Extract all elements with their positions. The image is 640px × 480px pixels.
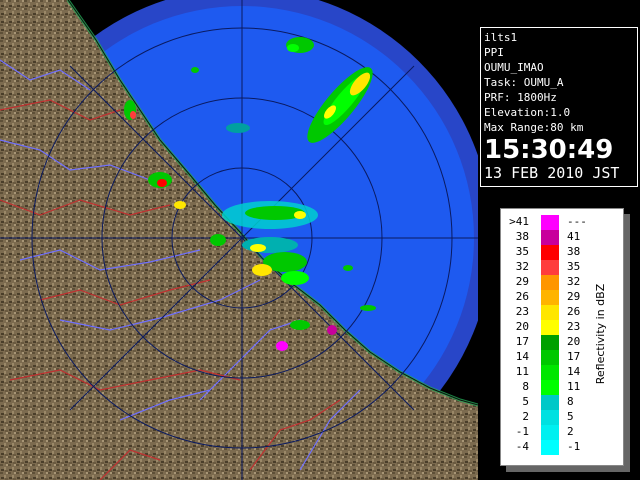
legend-lower-value: 17 <box>515 335 529 348</box>
legend-upper-value: 11 <box>567 380 581 393</box>
legend-swatch <box>541 290 559 305</box>
legend-swatch <box>541 350 559 365</box>
legend-lower-value: 8 <box>522 380 529 393</box>
legend-swatch <box>541 230 559 245</box>
legend-swatch <box>541 245 559 260</box>
legend-swatch <box>541 380 559 395</box>
legend-lower-value: 26 <box>515 290 529 303</box>
legend-row: >41 --- <box>501 215 611 230</box>
legend-swatch <box>541 215 559 230</box>
legend-upper-value: --- <box>567 215 587 228</box>
legend-lower-value: 29 <box>515 275 529 288</box>
legend-upper-value: 29 <box>567 290 581 303</box>
legend-lower-value: -4 <box>515 440 529 453</box>
legend-lower-value: 38 <box>515 230 529 243</box>
legend-swatch <box>541 335 559 350</box>
legend-upper-value: 35 <box>567 260 581 273</box>
legend-swatch <box>541 410 559 425</box>
prf-value: PRF: 1800Hz <box>484 91 557 104</box>
legend-swatch <box>541 395 559 410</box>
legend-swatch <box>541 320 559 335</box>
legend-title: Reflectivity in dBZ <box>594 283 607 385</box>
legend-upper-value: 20 <box>567 335 581 348</box>
task-name: Task: OUMU_A <box>484 76 564 89</box>
legend-lower-value: 5 <box>522 395 529 408</box>
legend-lower-value: 23 <box>515 305 529 318</box>
legend-swatch <box>541 275 559 290</box>
legend-upper-value: 23 <box>567 320 581 333</box>
legend-lower-value: 32 <box>515 260 529 273</box>
legend-lower-value: 2 <box>522 410 529 423</box>
elevation-value: Elevation:1.0 <box>484 106 571 119</box>
legend-swatch <box>541 425 559 440</box>
legend-upper-value: 14 <box>567 365 581 378</box>
legend-lower-value: >41 <box>509 215 529 228</box>
legend-swatch <box>541 440 559 455</box>
legend-swatch <box>541 305 559 320</box>
legend-lower-value: -1 <box>515 425 529 438</box>
reflectivity-legend: >41 --- 38 41 35 38 32 35 29 32 26 29 23 26 20 23 17 20 14… <box>500 208 624 466</box>
legend-lower-value: 35 <box>515 245 529 258</box>
max-range-value: Max Range:80 km <box>484 121 584 134</box>
legend-row: 25 <box>501 410 611 425</box>
legend-upper-value: 17 <box>567 350 581 363</box>
legend-upper-value: -1 <box>567 440 581 453</box>
legend-lower-value: 20 <box>515 320 529 333</box>
site-name: ilts1 <box>484 31 518 44</box>
legend-upper-value: 38 <box>567 245 581 258</box>
radar-info-panel: ilts1 PPI OUMU_IMAO Task: OUMU_A PRF: 18… <box>480 27 638 187</box>
legend-upper-value: 32 <box>567 275 581 288</box>
product-type: PPI <box>484 46 504 59</box>
legend-lower-value: 11 <box>515 365 529 378</box>
observation-date: 13 FEB 2010 JST <box>484 164 620 182</box>
legend-upper-value: 8 <box>567 395 574 408</box>
observation-time: 15:30:49 <box>484 135 614 165</box>
legend-row: 38 41 <box>501 230 611 245</box>
legend-upper-value: 5 <box>567 410 574 423</box>
legend-row: -4 -1 <box>501 440 611 455</box>
legend-upper-value: 41 <box>567 230 581 243</box>
legend-lower-value: 14 <box>515 350 529 363</box>
legend-swatch <box>541 260 559 275</box>
legend-upper-value: 26 <box>567 305 581 318</box>
radar-name: OUMU_IMAO <box>484 61 544 74</box>
legend-swatch <box>541 365 559 380</box>
legend-upper-value: 2 <box>567 425 574 438</box>
legend-row: 35 38 <box>501 245 611 260</box>
legend-row: -1 2 <box>501 425 611 440</box>
